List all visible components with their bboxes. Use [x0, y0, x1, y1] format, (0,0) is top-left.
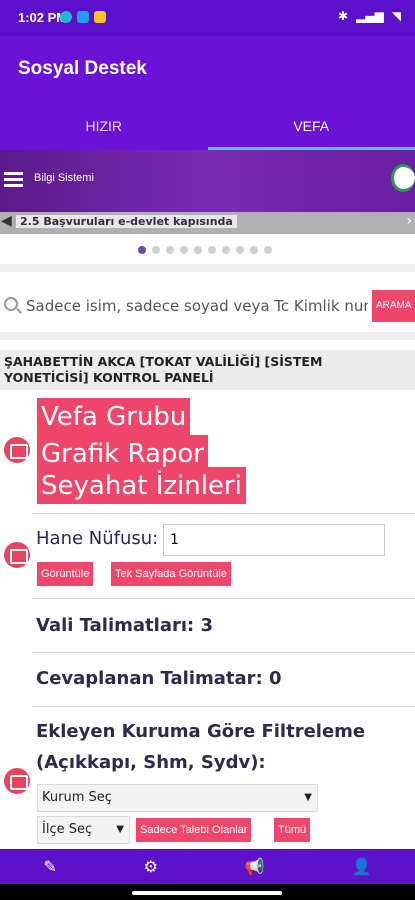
sadece-talebi-olanlar-button[interactable]: Sadece Talebi Olanlar — [136, 818, 252, 842]
bottom-navigation: ✎ ⚙ 📢 👤 — [0, 849, 415, 884]
clipboard-icon[interactable]: ✎ — [43, 857, 56, 876]
app-bar: Sosyal Destek — [0, 36, 415, 104]
seyahat-izinleri-button[interactable]: Seyahat İzinleri — [37, 467, 246, 504]
carousel-dot[interactable] — [194, 246, 202, 254]
divider — [32, 652, 415, 653]
divider — [0, 332, 415, 340]
carousel-dot[interactable] — [264, 246, 272, 254]
dropdown-arrow-icon: ▼ — [116, 824, 124, 835]
tab-hizir[interactable]: HIZIR — [0, 104, 208, 150]
goruntule-button[interactable]: Görüntüle — [37, 562, 94, 586]
search-button[interactable]: ARAMA — [372, 290, 415, 322]
carousel-dot[interactable] — [250, 246, 258, 254]
panel-title: ŞAHABETTİN AKCA [TOKAT VALİLİĞİ] [SİSTEM… — [0, 350, 415, 390]
user-icon[interactable]: 👤 — [352, 857, 372, 876]
hane-label: Hane Nüfusu: — [36, 528, 159, 549]
kurum-select-value: Kurum Seç — [42, 790, 112, 805]
app-title: Sosyal Destek — [18, 58, 147, 79]
web-header-banner: Bilgi Sistemi — [0, 150, 415, 212]
divider — [32, 513, 415, 514]
wifi-icon: ◥ — [391, 9, 401, 23]
carousel-dot[interactable] — [208, 246, 216, 254]
ilce-select-value: İlçe Seç — [42, 822, 93, 837]
gear-icon[interactable]: ⚙ — [144, 857, 158, 876]
ilce-select[interactable]: İlçe Seç ▼ — [37, 816, 130, 844]
app-notification-icon — [60, 11, 72, 23]
carousel-dot[interactable] — [138, 246, 146, 254]
hane-input[interactable] — [163, 524, 385, 556]
filter-subtitle: (Açıkkapı, Shm, Sydv): — [36, 752, 266, 773]
hane-badge-icon — [4, 542, 30, 568]
carousel-dot[interactable] — [152, 246, 160, 254]
bluetooth-icon: ✱ — [338, 9, 349, 23]
kurum-select[interactable]: Kurum Seç ▼ — [37, 784, 318, 812]
chevron-left-icon[interactable]: ◀ — [1, 213, 12, 229]
tab-bar: HIZIR VEFA — [0, 104, 415, 150]
dropdown-arrow-icon: ▼ — [304, 792, 312, 803]
vali-talimatlari-label[interactable]: Vali Talimatları: 3 — [36, 615, 213, 636]
logo-icon — [391, 164, 415, 192]
carousel-dot[interactable] — [180, 246, 188, 254]
filter-badge-icon — [4, 768, 30, 794]
divider — [32, 598, 415, 599]
notification-icons — [60, 11, 106, 23]
home-gesture-bar[interactable] — [132, 891, 282, 895]
vefa-grubu-button[interactable]: Vefa Grubu — [37, 398, 191, 435]
menu-label[interactable]: Bilgi Sistemi — [34, 172, 94, 184]
menu-badge-icon — [4, 437, 30, 463]
divider — [0, 264, 415, 272]
carousel-dot[interactable] — [166, 246, 174, 254]
news-ticker[interactable]: ◀ 2.5 Başvuruları e-devlet kapısında › — [0, 212, 415, 234]
tumu-button[interactable]: Tümü — [274, 818, 311, 842]
search-input[interactable] — [26, 292, 368, 320]
divider — [32, 706, 415, 707]
search-bar: ARAMA — [0, 288, 415, 324]
twitter-icon — [77, 11, 89, 23]
mail-notification-icon — [94, 11, 106, 23]
signal-icon: ▂▄▆ — [356, 9, 384, 23]
megaphone-icon[interactable]: 📢 — [245, 857, 265, 876]
tek-sayfada-goruntule-button[interactable]: Tek Sayfada Görüntüle — [111, 562, 231, 586]
status-bar: 1:02 PM ✱ ▂▄▆ ◥ — [0, 0, 415, 36]
chevron-right-icon[interactable]: › — [406, 213, 412, 229]
search-icon — [4, 297, 18, 311]
news-text[interactable]: 2.5 Başvuruları e-devlet kapısında — [16, 215, 237, 228]
carousel-dot[interactable] — [222, 246, 230, 254]
carousel-dot[interactable] — [236, 246, 244, 254]
tab-vefa[interactable]: VEFA — [207, 104, 415, 150]
cevaplanan-talimatlar-label[interactable]: Cevaplanan Talimatar: 0 — [36, 668, 282, 689]
hamburger-menu-icon[interactable] — [4, 172, 23, 187]
filter-title: Ekleyen Kuruma Göre Filtreleme — [36, 721, 366, 742]
system-icons: ✱ ▂▄▆ ◥ — [338, 9, 401, 23]
carousel-indicator — [138, 246, 272, 254]
